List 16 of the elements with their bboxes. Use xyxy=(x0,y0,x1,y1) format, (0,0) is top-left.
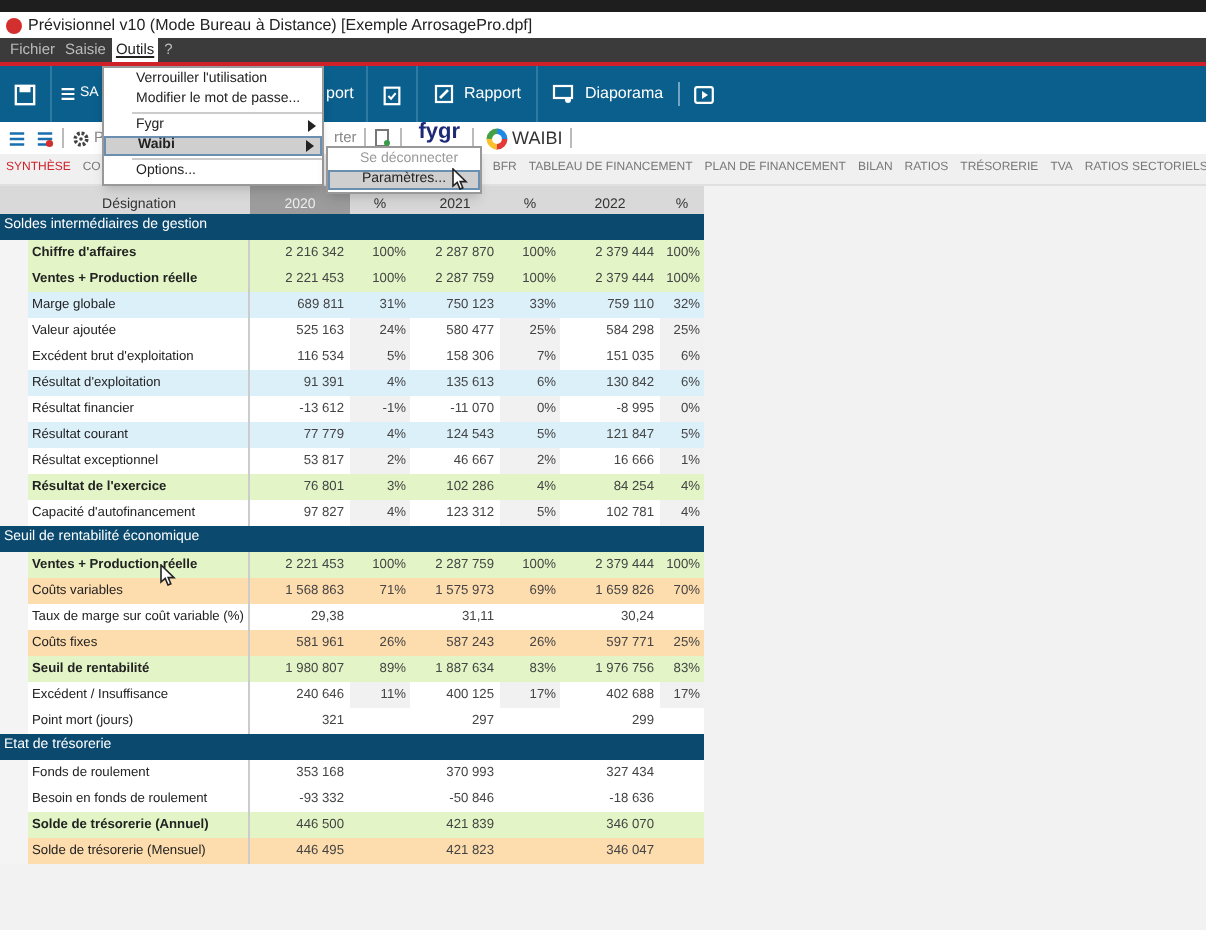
window-title: Prévisionnel v10 (Mode Bureau à Distance) [Exemple ArrosagePro.dpf] xyxy=(28,17,533,33)
gear-icon[interactable] xyxy=(72,129,90,147)
import-label[interactable]: port xyxy=(326,82,366,106)
document-icon[interactable] xyxy=(374,128,393,148)
waibi-logo[interactable]: WAIBI xyxy=(512,129,563,147)
clipboard-icon[interactable] xyxy=(382,83,402,105)
pencil-icon xyxy=(434,84,454,104)
presentation-icon xyxy=(552,84,575,104)
fygr-logo[interactable]: fygr xyxy=(418,122,461,144)
app-icon xyxy=(6,17,22,33)
play-icon[interactable] xyxy=(693,85,714,103)
list-icon xyxy=(60,86,76,102)
save-icon[interactable] xyxy=(14,83,36,105)
slideshow-button[interactable]: Diaporama xyxy=(538,66,678,122)
ring-logo-icon xyxy=(486,127,509,149)
list-remove-icon[interactable] xyxy=(36,129,54,147)
